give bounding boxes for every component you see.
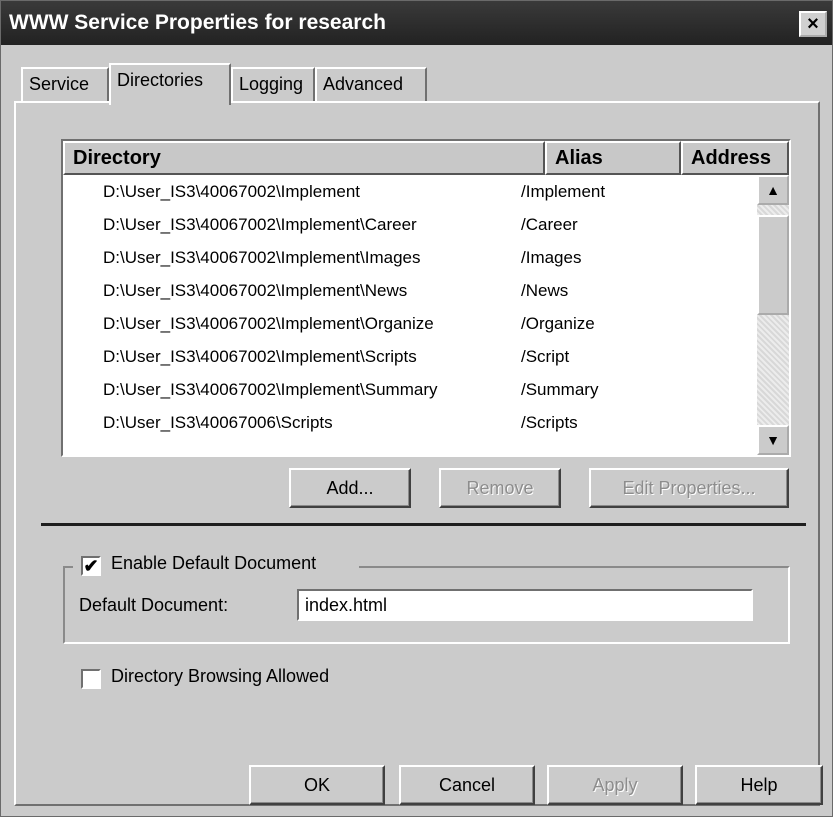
column-header-alias[interactable]: Alias [545, 141, 681, 175]
directory-alias: /Scripts [521, 413, 578, 432]
close-button[interactable]: × [799, 11, 827, 37]
cancel-button[interactable]: Cancel [399, 765, 535, 805]
list-item[interactable]: D:\User_IS3\40067002\Implement\News /New… [63, 274, 757, 307]
directory-path: D:\User_IS3\40067006\Scripts [103, 413, 333, 432]
directory-path: D:\User_IS3\40067002\Implement\Images [103, 248, 421, 267]
enable-default-document-label[interactable]: Enable Default Document [111, 553, 316, 574]
directory-browsing-label[interactable]: Directory Browsing Allowed [111, 666, 329, 687]
list-item[interactable]: D:\User_IS3\40067002\Implement\Scripts /… [63, 340, 757, 373]
default-document-label: Default Document: [79, 595, 229, 615]
tab-advanced[interactable]: Advanced [315, 67, 427, 101]
window-title: WWW Service Properties for research [9, 11, 386, 34]
directory-alias: /Career [521, 215, 578, 234]
tab-directories[interactable]: Directories [109, 63, 231, 105]
directory-path: D:\User_IS3\40067002\Implement\Career [103, 215, 417, 234]
directory-alias: /News [521, 281, 569, 300]
title-bar[interactable]: WWW Service Properties for research × [1, 1, 832, 45]
directory-alias: /Summary [521, 380, 599, 399]
scroll-up-button[interactable]: ▲ [757, 175, 789, 205]
edit-properties-button[interactable]: Edit Properties... [589, 468, 789, 508]
enable-default-document-checkbox[interactable]: ✔ [81, 556, 101, 576]
directory-alias: /Implement [521, 182, 606, 201]
directory-alias: /Images [521, 248, 582, 267]
scroll-down-button[interactable]: ▼ [757, 425, 789, 455]
directory-browsing-checkbox[interactable] [81, 669, 101, 689]
directory-alias: /Organize [521, 314, 595, 333]
apply-button[interactable]: Apply [547, 765, 683, 805]
column-header-address[interactable]: Address [681, 141, 789, 175]
directory-alias: /Script [521, 347, 570, 366]
tab-logging[interactable]: Logging [231, 67, 315, 101]
list-item[interactable]: D:\User_IS3\40067002\Implement\Summary /… [63, 373, 757, 406]
directory-path: D:\User_IS3\40067002\Implement\Summary [103, 380, 438, 399]
directory-path: D:\User_IS3\40067002\Implement\News [103, 281, 408, 300]
column-header-directory[interactable]: Directory [63, 141, 545, 175]
list-item[interactable]: D:\User_IS3\40067002\Implement\Career /C… [63, 208, 757, 241]
separator [41, 523, 806, 526]
directory-path: D:\User_IS3\40067002\Implement\Organize [103, 314, 434, 333]
directory-list[interactable]: Directory Alias Address D:\User_IS3\4006… [61, 139, 791, 457]
directory-path: D:\User_IS3\40067002\Implement\Scripts [103, 347, 417, 366]
tab-service[interactable]: Service [21, 67, 109, 101]
help-button[interactable]: Help [695, 765, 823, 805]
properties-dialog: WWW Service Properties for research × Se… [0, 0, 833, 817]
list-item[interactable]: D:\User_IS3\40067002\Implement\Organize … [63, 307, 757, 340]
ok-button[interactable]: OK [249, 765, 385, 805]
default-document-input[interactable] [297, 589, 753, 621]
list-item[interactable]: D:\User_IS3\40067006\Scripts /Scripts [63, 406, 757, 439]
remove-button[interactable]: Remove [439, 468, 561, 508]
add-button[interactable]: Add... [289, 468, 411, 508]
list-item[interactable]: D:\User_IS3\40067002\Implement /Implemen… [63, 175, 757, 208]
scrollbar-thumb[interactable] [757, 215, 789, 315]
vertical-scrollbar[interactable]: ▲ ▼ [757, 175, 789, 455]
directory-path: D:\User_IS3\40067002\Implement [103, 182, 361, 201]
list-item[interactable]: D:\User_IS3\40067002\Implement\Images /I… [63, 241, 757, 274]
